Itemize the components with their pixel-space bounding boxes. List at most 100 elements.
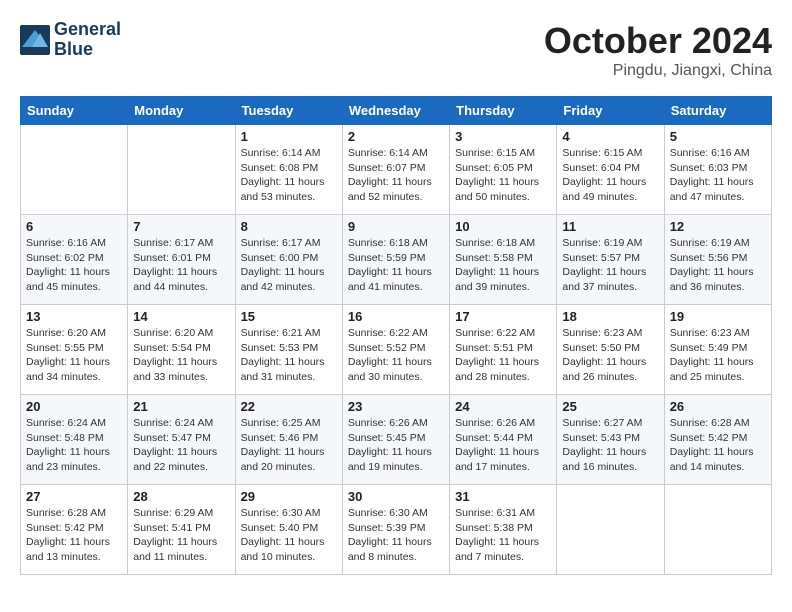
day-number: 21 <box>133 399 229 414</box>
calendar-cell: 9 Sunrise: 6:18 AMSunset: 5:59 PMDaylight… <box>342 215 449 305</box>
weekday-header-row: SundayMondayTuesdayWednesdayThursdayFrid… <box>21 97 772 125</box>
day-number: 25 <box>562 399 658 414</box>
calendar-cell: 26Sunrise: 6:28 AMSunset: 5:42 PMDayligh… <box>664 395 771 485</box>
day-info: Sunrise: 6:23 AMSunset: 5:49 PMDaylight:… <box>670 326 766 385</box>
day-info: Sunrise: 6:31 AMSunset: 5:38 PMDaylight:… <box>455 506 551 565</box>
calendar-cell: 11 Sunrise: 6:19 AMSunset: 5:57 PMDayligh… <box>557 215 664 305</box>
week-row-5: 27 Sunrise: 6:28 AMSunset: 5:42 PMDayligh… <box>21 485 772 575</box>
weekday-header-sunday: Sunday <box>21 97 128 125</box>
calendar-cell: 15 Sunrise: 6:21 AMSunset: 5:53 PMDayligh… <box>235 305 342 395</box>
calendar-cell <box>128 125 235 215</box>
weekday-header-monday: Monday <box>128 97 235 125</box>
day-info: Sunrise: 6:14 AMSunset: 6:08 PMDaylight:… <box>241 146 337 205</box>
title-block: October 2024 Pingdu, Jiangxi, China <box>544 20 772 80</box>
week-row-2: 6 Sunrise: 6:16 AMSunset: 6:02 PMDaylight… <box>21 215 772 305</box>
day-info: Sunrise: 6:15 AMSunset: 6:05 PMDaylight:… <box>455 146 551 205</box>
day-info: Sunrise: 6:20 AMSunset: 5:55 PMDaylight:… <box>26 326 122 385</box>
calendar-cell: 4Sunrise: 6:15 AMSunset: 6:04 PMDaylight… <box>557 125 664 215</box>
day-number: 13 <box>26 309 122 324</box>
day-number: 30 <box>348 489 444 504</box>
logo: General Blue <box>20 20 121 60</box>
calendar-cell: 5 Sunrise: 6:16 AMSunset: 6:03 PMDaylight… <box>664 125 771 215</box>
day-number: 16 <box>348 309 444 324</box>
week-row-1: 1 Sunrise: 6:14 AMSunset: 6:08 PMDaylight… <box>21 125 772 215</box>
logo-line2: Blue <box>54 40 121 60</box>
weekday-header-tuesday: Tuesday <box>235 97 342 125</box>
day-number: 1 <box>241 129 337 144</box>
weekday-header-wednesday: Wednesday <box>342 97 449 125</box>
day-number: 17 <box>455 309 551 324</box>
day-number: 10 <box>455 219 551 234</box>
day-info: Sunrise: 6:26 AMSunset: 5:45 PMDaylight:… <box>348 416 444 475</box>
logo-icon <box>20 25 50 55</box>
day-info: Sunrise: 6:27 AMSunset: 5:43 PMDaylight:… <box>562 416 658 475</box>
week-row-4: 20Sunrise: 6:24 AMSunset: 5:48 PMDayligh… <box>21 395 772 485</box>
calendar-cell: 17 Sunrise: 6:22 AMSunset: 5:51 PMDayligh… <box>450 305 557 395</box>
day-info: Sunrise: 6:22 AMSunset: 5:51 PMDaylight:… <box>455 326 551 385</box>
day-info: Sunrise: 6:25 AMSunset: 5:46 PMDaylight:… <box>241 416 337 475</box>
day-number: 5 <box>670 129 766 144</box>
day-info: Sunrise: 6:30 AMSunset: 5:40 PMDaylight:… <box>241 506 337 565</box>
calendar-cell: 14 Sunrise: 6:20 AMSunset: 5:54 PMDayligh… <box>128 305 235 395</box>
month-title: October 2024 <box>544 20 772 62</box>
weekday-header-thursday: Thursday <box>450 97 557 125</box>
calendar-table: SundayMondayTuesdayWednesdayThursdayFrid… <box>20 96 772 575</box>
day-info: Sunrise: 6:16 AMSunset: 6:03 PMDaylight:… <box>670 146 766 205</box>
calendar-cell: 16 Sunrise: 6:22 AMSunset: 5:52 PMDayligh… <box>342 305 449 395</box>
calendar-cell: 18Sunrise: 6:23 AMSunset: 5:50 PMDayligh… <box>557 305 664 395</box>
calendar-cell: 13 Sunrise: 6:20 AMSunset: 5:55 PMDayligh… <box>21 305 128 395</box>
calendar-cell: 28Sunrise: 6:29 AMSunset: 5:41 PMDayligh… <box>128 485 235 575</box>
calendar-cell: 1 Sunrise: 6:14 AMSunset: 6:08 PMDaylight… <box>235 125 342 215</box>
day-info: Sunrise: 6:20 AMSunset: 5:54 PMDaylight:… <box>133 326 229 385</box>
day-number: 6 <box>26 219 122 234</box>
day-number: 11 <box>562 219 658 234</box>
logo-line1: General <box>54 20 121 40</box>
calendar-cell <box>557 485 664 575</box>
day-number: 9 <box>348 219 444 234</box>
day-number: 22 <box>241 399 337 414</box>
day-info: Sunrise: 6:28 AMSunset: 5:42 PMDaylight:… <box>26 506 122 565</box>
calendar-cell: 3 Sunrise: 6:15 AMSunset: 6:05 PMDaylight… <box>450 125 557 215</box>
calendar-cell: 27 Sunrise: 6:28 AMSunset: 5:42 PMDayligh… <box>21 485 128 575</box>
day-number: 12 <box>670 219 766 234</box>
day-info: Sunrise: 6:15 AMSunset: 6:04 PMDaylight:… <box>562 146 658 205</box>
day-info: Sunrise: 6:30 AMSunset: 5:39 PMDaylight:… <box>348 506 444 565</box>
calendar-cell: 21 Sunrise: 6:24 AMSunset: 5:47 PMDayligh… <box>128 395 235 485</box>
day-info: Sunrise: 6:21 AMSunset: 5:53 PMDaylight:… <box>241 326 337 385</box>
calendar-cell: 23Sunrise: 6:26 AMSunset: 5:45 PMDayligh… <box>342 395 449 485</box>
day-number: 8 <box>241 219 337 234</box>
calendar-cell: 30 Sunrise: 6:30 AMSunset: 5:39 PMDayligh… <box>342 485 449 575</box>
day-info: Sunrise: 6:18 AMSunset: 5:59 PMDaylight:… <box>348 236 444 295</box>
calendar-cell: 22 Sunrise: 6:25 AMSunset: 5:46 PMDayligh… <box>235 395 342 485</box>
weekday-header-saturday: Saturday <box>664 97 771 125</box>
day-number: 31 <box>455 489 551 504</box>
calendar-cell: 31 Sunrise: 6:31 AMSunset: 5:38 PMDayligh… <box>450 485 557 575</box>
calendar-cell: 24Sunrise: 6:26 AMSunset: 5:44 PMDayligh… <box>450 395 557 485</box>
day-info: Sunrise: 6:17 AMSunset: 6:01 PMDaylight:… <box>133 236 229 295</box>
day-info: Sunrise: 6:23 AMSunset: 5:50 PMDaylight:… <box>562 326 658 385</box>
day-number: 29 <box>241 489 337 504</box>
day-number: 3 <box>455 129 551 144</box>
day-info: Sunrise: 6:19 AMSunset: 5:57 PMDaylight:… <box>562 236 658 295</box>
calendar-cell: 29 Sunrise: 6:30 AMSunset: 5:40 PMDayligh… <box>235 485 342 575</box>
day-info: Sunrise: 6:19 AMSunset: 5:56 PMDaylight:… <box>670 236 766 295</box>
day-number: 7 <box>133 219 229 234</box>
day-info: Sunrise: 6:16 AMSunset: 6:02 PMDaylight:… <box>26 236 122 295</box>
day-info: Sunrise: 6:26 AMSunset: 5:44 PMDaylight:… <box>455 416 551 475</box>
calendar-cell: 8Sunrise: 6:17 AMSunset: 6:00 PMDaylight… <box>235 215 342 305</box>
day-info: Sunrise: 6:22 AMSunset: 5:52 PMDaylight:… <box>348 326 444 385</box>
calendar-cell: 19Sunrise: 6:23 AMSunset: 5:49 PMDayligh… <box>664 305 771 395</box>
day-info: Sunrise: 6:18 AMSunset: 5:58 PMDaylight:… <box>455 236 551 295</box>
location: Pingdu, Jiangxi, China <box>544 62 772 80</box>
day-info: Sunrise: 6:24 AMSunset: 5:47 PMDaylight:… <box>133 416 229 475</box>
calendar-cell: 12 Sunrise: 6:19 AMSunset: 5:56 PMDayligh… <box>664 215 771 305</box>
calendar-cell: 7 Sunrise: 6:17 AMSunset: 6:01 PMDaylight… <box>128 215 235 305</box>
week-row-3: 13 Sunrise: 6:20 AMSunset: 5:55 PMDayligh… <box>21 305 772 395</box>
day-number: 14 <box>133 309 229 324</box>
day-number: 27 <box>26 489 122 504</box>
calendar-cell: 10 Sunrise: 6:18 AMSunset: 5:58 PMDayligh… <box>450 215 557 305</box>
weekday-header-friday: Friday <box>557 97 664 125</box>
day-number: 15 <box>241 309 337 324</box>
calendar-cell: 20Sunrise: 6:24 AMSunset: 5:48 PMDayligh… <box>21 395 128 485</box>
page-header: General Blue October 2024 Pingdu, Jiangx… <box>20 20 772 80</box>
